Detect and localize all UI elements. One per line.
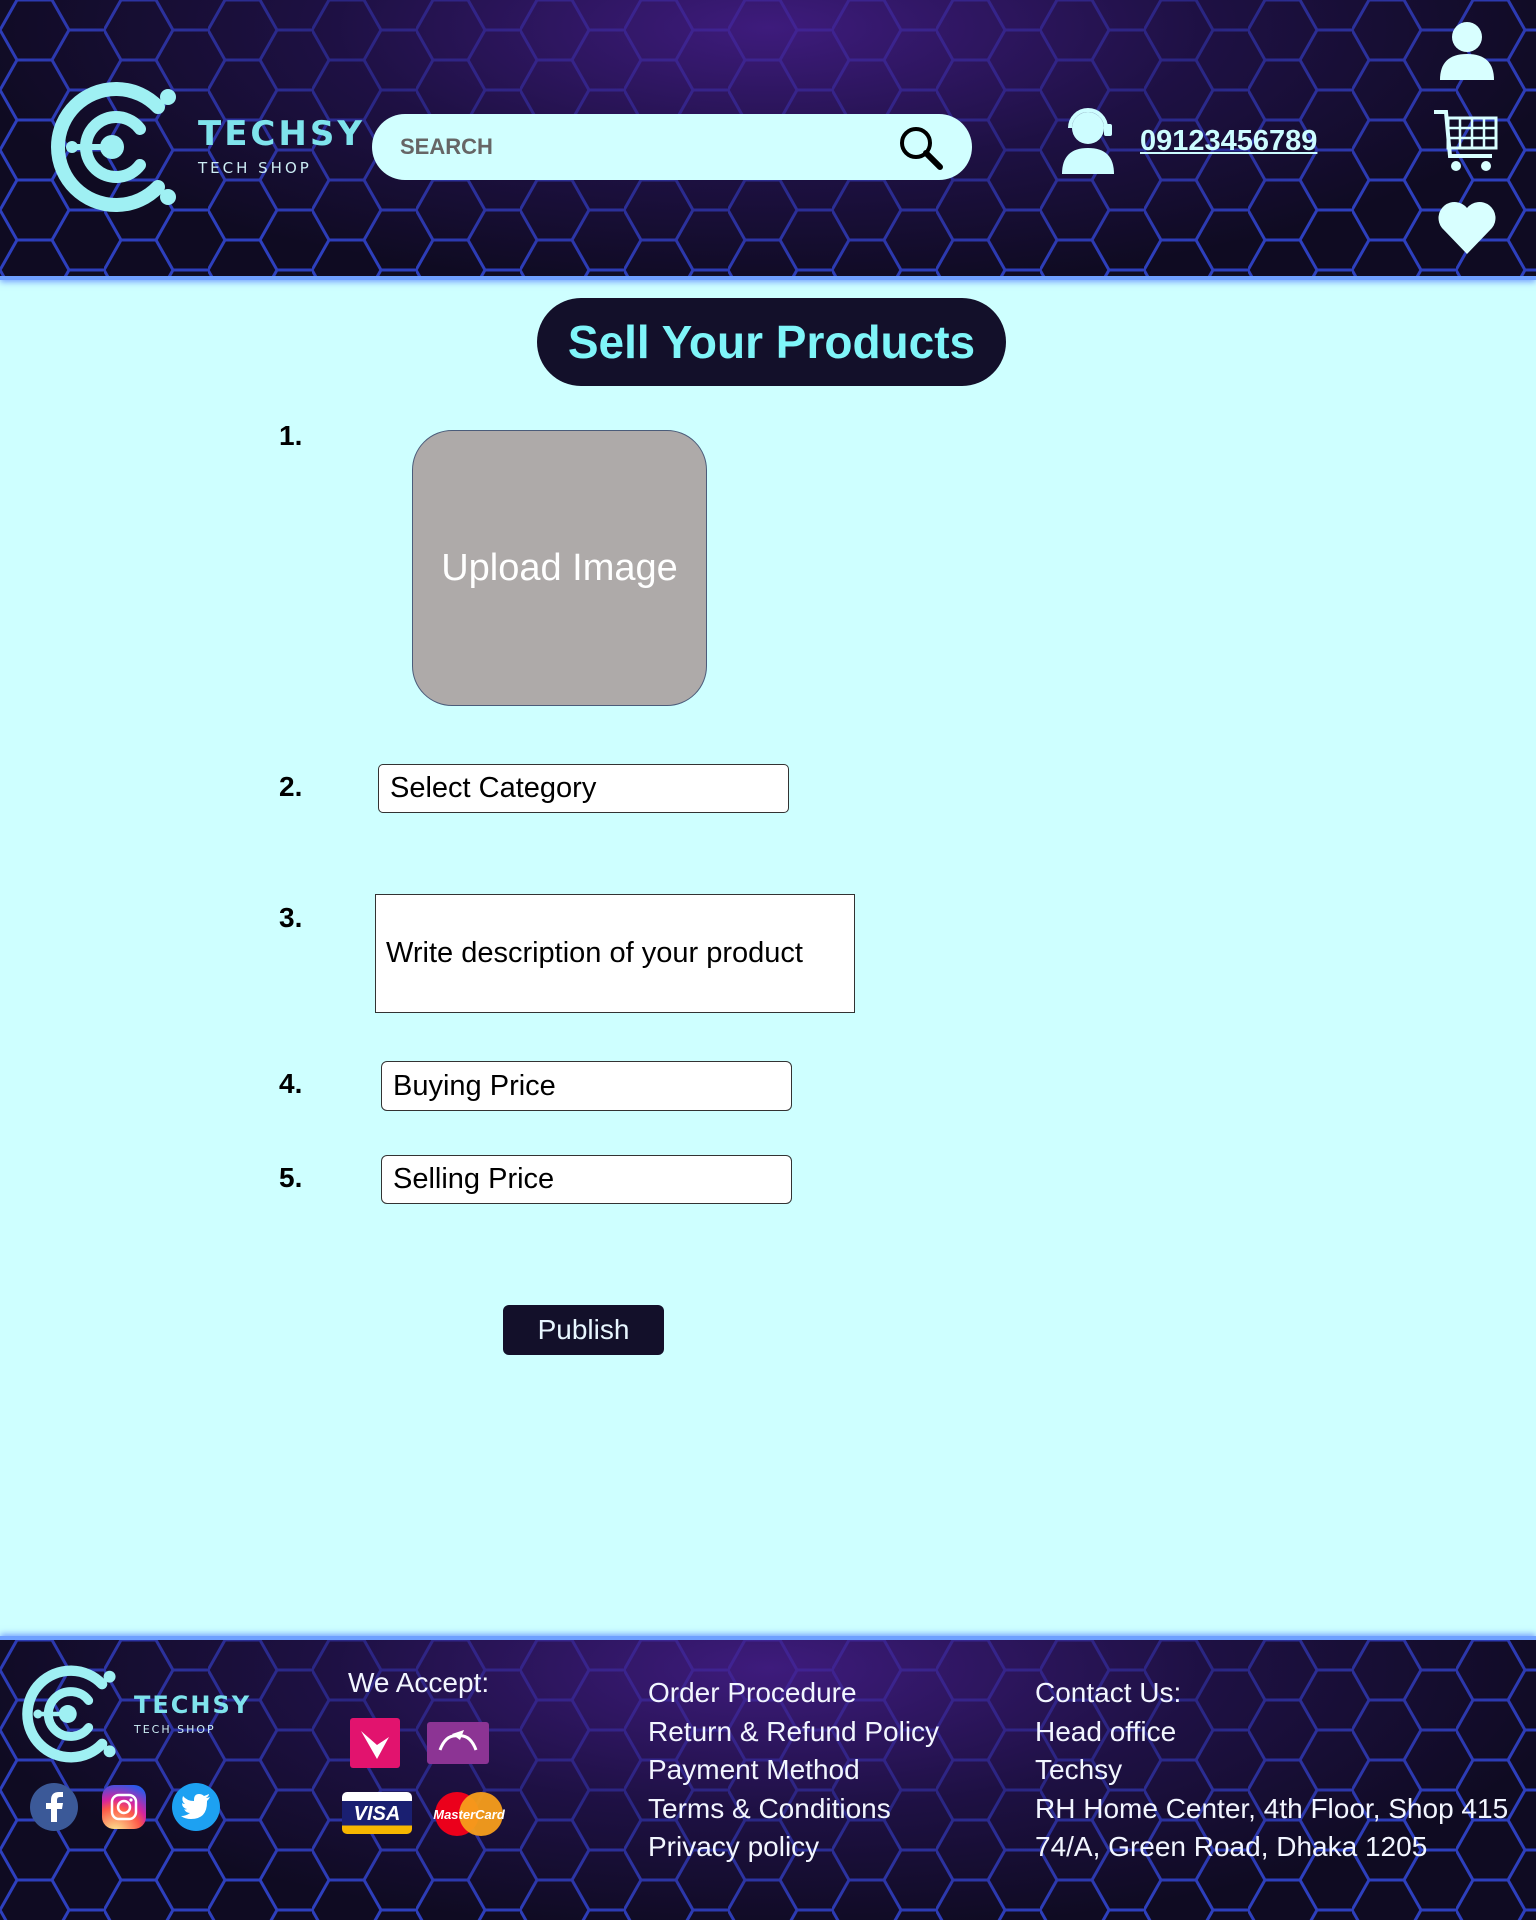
link-return-refund[interactable]: Return & Refund Policy bbox=[648, 1713, 939, 1752]
footer-logo-mark-icon bbox=[22, 1665, 116, 1763]
contact-line-4: 74/A, Green Road, Dhaka 1205 bbox=[1035, 1831, 1428, 1862]
title-pill: Sell Your Products bbox=[537, 298, 1006, 386]
step-number-3: 3. bbox=[279, 902, 303, 933]
contact-line-2: Techsy bbox=[1035, 1754, 1123, 1785]
search-input[interactable] bbox=[400, 134, 896, 160]
user-icon[interactable] bbox=[1436, 20, 1498, 80]
footer-logo[interactable]: TECHSY TECH SHOP bbox=[14, 1658, 251, 1770]
svg-text:MasterCard: MasterCard bbox=[433, 1807, 506, 1822]
footer-brand-tagline: TECH SHOP bbox=[134, 1722, 216, 1736]
visa-logo: VISA bbox=[342, 1792, 412, 1834]
site-header: TECHSY TECH SHOP 09123456789 bbox=[0, 0, 1536, 280]
twitter-icon[interactable] bbox=[172, 1783, 220, 1831]
site-footer: TECHSY TECH SHOP We Accept: Order Proced… bbox=[0, 1636, 1536, 1920]
link-terms[interactable]: Terms & Conditions bbox=[648, 1790, 939, 1829]
support-contact: 09123456789 bbox=[1060, 108, 1317, 174]
link-payment-method[interactable]: Payment Method bbox=[648, 1751, 939, 1790]
facebook-icon[interactable] bbox=[30, 1783, 78, 1831]
step-number-2: 2. bbox=[279, 771, 303, 802]
category-select[interactable]: Select Category bbox=[378, 764, 789, 813]
heart-icon[interactable] bbox=[1436, 198, 1498, 256]
search-icon[interactable] bbox=[896, 123, 944, 171]
brand-name: TECHSY bbox=[198, 114, 365, 154]
phone-number-link[interactable]: 09123456789 bbox=[1140, 125, 1317, 158]
search-bar bbox=[372, 114, 972, 180]
link-order-procedure[interactable]: Order Procedure bbox=[648, 1674, 939, 1713]
instagram-icon[interactable] bbox=[102, 1785, 146, 1829]
step-number-1: 1. bbox=[279, 420, 303, 451]
brand-tagline: TECH SHOP bbox=[198, 159, 312, 177]
upload-image-button[interactable]: Upload Image bbox=[412, 430, 707, 706]
svg-text:VISA: VISA bbox=[354, 1803, 401, 1824]
buying-price-input[interactable]: Buying Price bbox=[381, 1061, 792, 1111]
footer-brand-name: TECHSY bbox=[134, 1690, 252, 1719]
link-privacy[interactable]: Privacy policy bbox=[648, 1828, 939, 1867]
logo-text: TECHSY TECH SHOP bbox=[198, 117, 365, 177]
description-textarea[interactable]: Write description of your product bbox=[375, 894, 855, 1013]
step-number-4: 4. bbox=[279, 1068, 303, 1099]
step-number-5: 5. bbox=[279, 1162, 303, 1193]
mastercard-logo: MasterCard bbox=[431, 1790, 507, 1838]
footer-logo-text: TECHSY TECH SHOP bbox=[134, 1693, 251, 1736]
page-title: Sell Your Products bbox=[567, 316, 976, 368]
contact-line-3: RH Home Center, 4th Floor, Shop 415 bbox=[1035, 1792, 1509, 1824]
cart-icon[interactable] bbox=[1432, 108, 1502, 174]
footer-links: Order Procedure Return & Refund Policy P… bbox=[648, 1674, 939, 1867]
bkash-logo bbox=[350, 1718, 400, 1768]
contact-info: Contact Us: Head office Techsy RH Home C… bbox=[1035, 1674, 1508, 1867]
publish-button[interactable]: Publish bbox=[503, 1305, 664, 1355]
contact-title: Contact Us: bbox=[1035, 1677, 1182, 1708]
logo-mark-icon bbox=[51, 82, 176, 212]
rocket-logo bbox=[427, 1722, 489, 1764]
we-accept-label: We Accept: bbox=[348, 1667, 490, 1698]
contact-line-1: Head office bbox=[1035, 1715, 1177, 1747]
techsy-logo[interactable]: TECHSY TECH SHOP bbox=[40, 72, 365, 222]
selling-price-input[interactable]: Selling Price bbox=[381, 1155, 792, 1204]
support-agent-icon bbox=[1062, 108, 1114, 174]
